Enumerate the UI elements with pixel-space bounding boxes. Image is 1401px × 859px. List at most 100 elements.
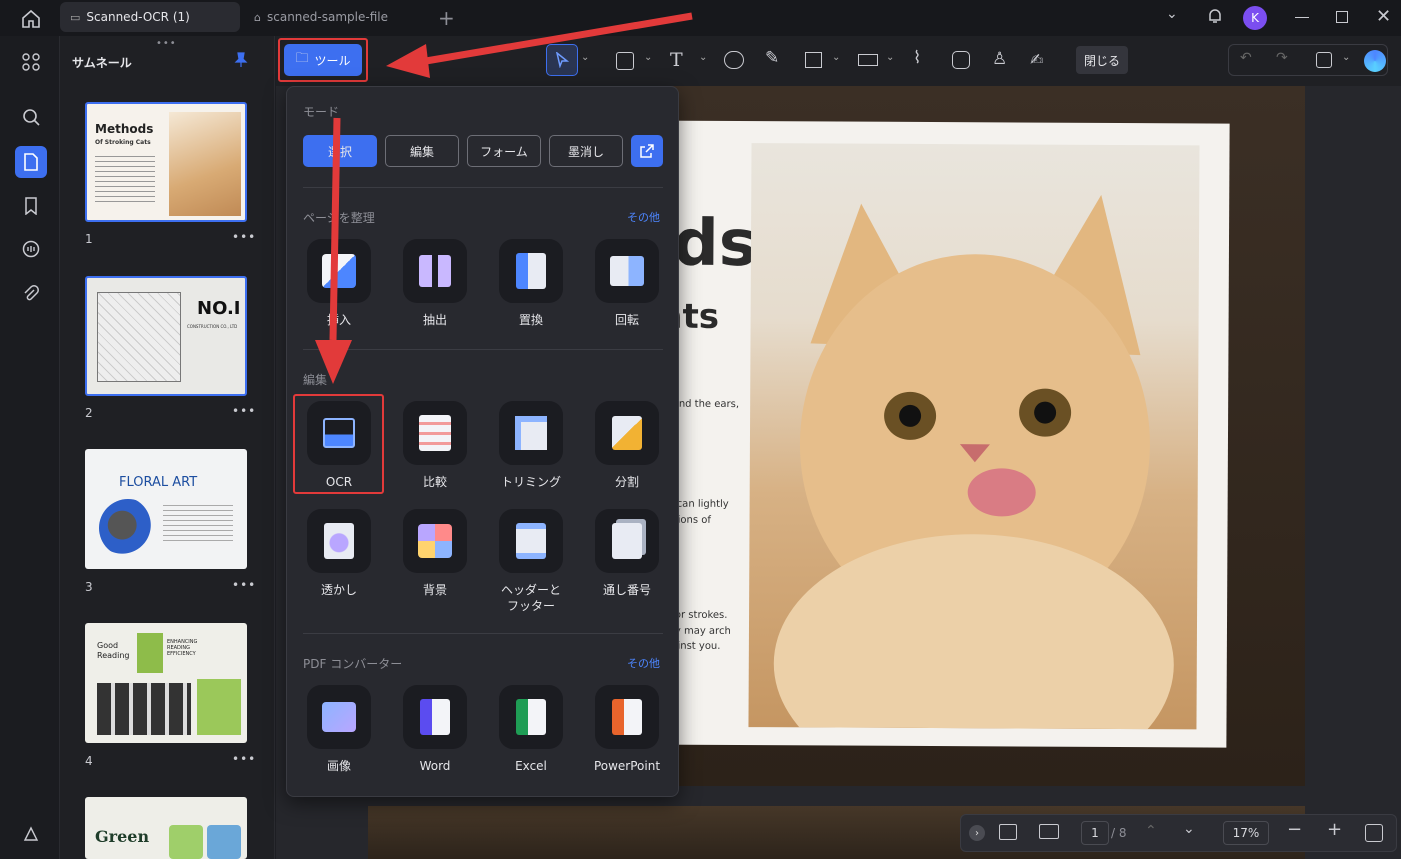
thumbnail-more-icon[interactable]: ••• [232,404,256,418]
page-more-link[interactable]: その他 [627,209,660,225]
thumbnail-page-4[interactable]: Good Reading ENHANCING READING EFFICIENC… [85,623,247,743]
chevron-down-icon[interactable]: ⌄ [581,52,589,63]
bates-number-tool[interactable]: 通し番号 [579,509,675,598]
cat-image [169,112,241,216]
compare-tool[interactable]: 比較 [387,401,483,490]
panel-drag-handle[interactable]: ••• [156,38,177,49]
chevron-down-icon[interactable]: ⌄ [886,52,894,63]
ocr-tool[interactable]: OCR [291,401,387,490]
thumbnail-more-icon[interactable]: ••• [232,230,256,244]
bookmark-icon[interactable] [15,190,47,222]
close-icon[interactable]: ✕ [1376,6,1391,27]
replace-pages-icon [499,239,563,303]
left-rail [0,36,60,859]
convert-word-tool[interactable]: Word [387,685,483,774]
avatar[interactable]: K [1243,6,1267,30]
redo-icon[interactable]: ↷ [1276,50,1288,66]
header-footer-icon [499,509,563,573]
apps-grid-icon[interactable] [15,46,47,78]
settings-icon[interactable] [15,818,47,850]
mode-form-button[interactable]: フォーム [467,135,541,167]
chevron-down-icon[interactable]: ⌄ [832,52,840,63]
tool-button[interactable]: 🗀 ツール [284,44,362,76]
presentation-icon[interactable] [1039,824,1059,839]
thumbnail-page-3[interactable]: FLORAL ART [85,449,247,569]
convert-powerpoint-tool[interactable]: PowerPoint [579,685,675,774]
convert-image-label: 画像 [326,759,351,773]
zoom-input[interactable]: 17% [1223,821,1269,845]
thumbnail-icon[interactable] [15,146,47,178]
comment-tool-icon[interactable] [724,51,744,69]
tab-scanned-ocr[interactable]: ▭ Scanned-OCR (1) [60,2,240,32]
convert-excel-tool[interactable]: Excel [483,685,579,774]
new-tab-icon[interactable]: + [438,6,455,30]
minimize-icon[interactable] [1295,17,1309,18]
rectangle-tool-icon[interactable] [805,52,822,68]
open-external-icon[interactable] [631,135,663,167]
replace-tool[interactable]: 置換 [483,239,579,328]
mode-redact-button[interactable]: 墨消し [549,135,623,167]
chevron-down-icon[interactable]: ⌄ [644,52,652,63]
page-layout-icon[interactable] [999,824,1017,840]
text-tool-icon[interactable]: T [670,49,683,71]
crop-tool[interactable]: トリミング [483,401,579,490]
attachment-icon[interactable] [15,278,47,310]
lock-icon: ⌂ [254,10,261,24]
thumbnail-more-icon[interactable]: ••• [232,752,256,766]
chevron-up-icon[interactable]: ⌃ [1145,823,1157,839]
attach-tool-icon[interactable]: ⌇ [913,48,921,68]
highlighter-icon[interactable]: ✎ [765,48,779,68]
thumbnail-page-1[interactable]: Methods Of Stroking Cats [85,102,247,222]
chevron-down-icon[interactable]: ⌄ [1342,52,1350,63]
convert-image-tool[interactable]: 画像 [291,685,387,774]
thumb-text-lines [95,152,155,202]
signature-icon[interactable]: ✍ [1030,50,1043,69]
zoom-out-icon[interactable]: − [1287,819,1302,840]
extract-pages-icon [403,239,467,303]
thumbnail-more-icon[interactable]: ••• [232,578,256,592]
rotate-pages-icon [595,239,659,303]
convert-more-link[interactable]: その他 [627,655,660,671]
select-tool-button[interactable] [546,44,578,76]
excel-file-icon [499,685,563,749]
divider [303,349,663,350]
reading-figure [197,679,241,735]
rotate-tool[interactable]: 回転 [579,239,675,328]
thumbnail-page-2[interactable]: NO.I CONSTRUCTION CO., LTD [85,276,247,396]
comment-icon[interactable] [15,233,47,265]
watermark-tool[interactable]: 透かし [291,509,387,598]
ai-assistant-icon[interactable] [1364,50,1386,72]
chevron-down-icon[interactable]: ⌄ [1183,821,1195,837]
search-icon[interactable] [15,101,47,133]
maximize-icon[interactable] [1336,11,1348,23]
collapse-icon[interactable]: › [969,825,985,841]
home-icon[interactable] [20,8,42,30]
measure-tool-icon[interactable] [858,54,878,66]
zoom-in-icon[interactable]: + [1327,819,1342,840]
compare-tool-label: 比較 [422,475,447,489]
tab-scanned-sample-file[interactable]: ⌂ scanned-sample-file [244,2,424,32]
mode-edit-button[interactable]: 編集 [385,135,459,167]
notification-bell-icon[interactable] [1206,7,1224,29]
mode-select-button[interactable]: 選択 [303,135,377,167]
close-toolbar-button[interactable]: 閉じる [1076,46,1128,74]
extract-tool[interactable]: 抽出 [387,239,483,328]
chevron-down-icon[interactable]: ⌄ [699,52,707,63]
pin-icon[interactable] [234,52,248,72]
tool-button-label: ツール [314,53,351,68]
header-footer-tool[interactable]: ヘッダーと フッター [483,509,579,614]
undo-icon[interactable]: ↶ [1240,50,1252,66]
fit-page-icon[interactable] [1365,824,1383,842]
stamp-icon[interactable]: ♙ [992,49,1007,69]
page-number-input[interactable]: 1 [1081,821,1109,845]
ocr-icon [307,401,371,465]
insert-tool[interactable]: 挿入 [291,239,387,328]
thumbnail-page-5[interactable]: Green [85,797,247,859]
save-icon[interactable] [1316,52,1332,68]
background-tool[interactable]: 背景 [387,509,483,598]
chevron-down-icon[interactable]: ⌄ [1166,6,1178,22]
toolbox-icon: 🗀 [295,51,309,66]
split-tool[interactable]: 分割 [579,401,675,490]
sticker-icon[interactable] [952,51,970,69]
textbox-tool-icon[interactable] [616,52,634,70]
